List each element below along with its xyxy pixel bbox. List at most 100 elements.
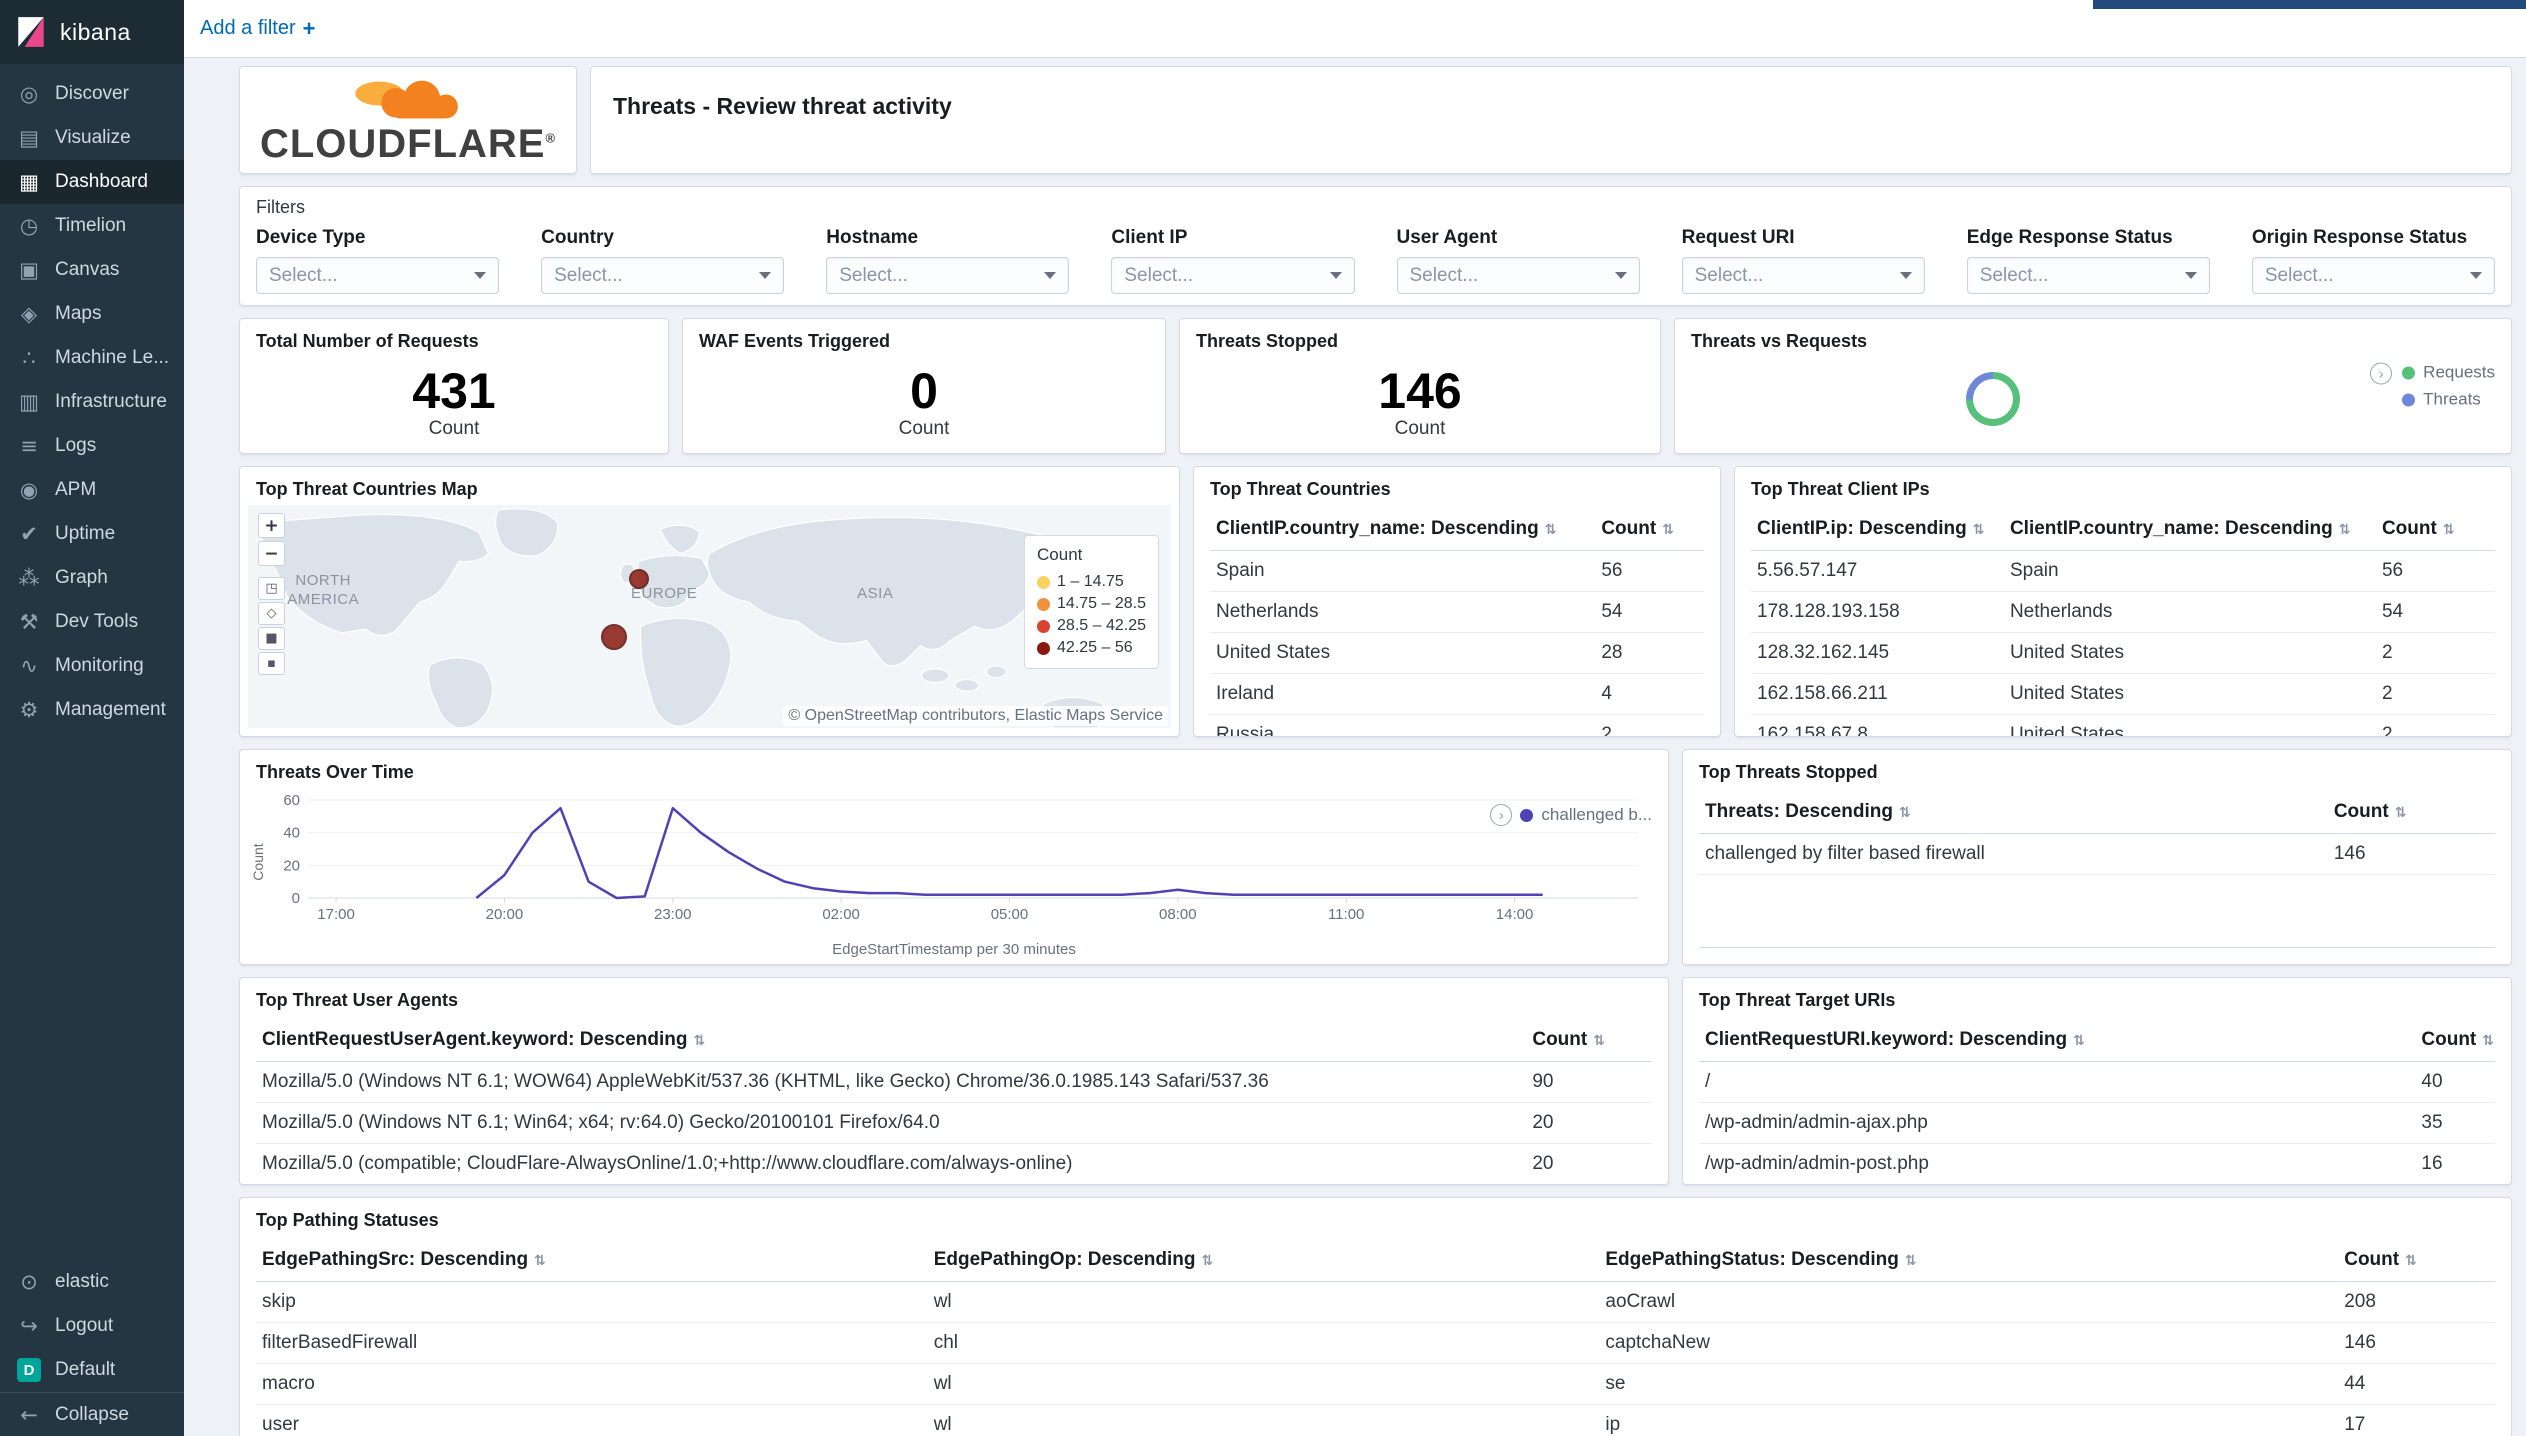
legend-toggle-icon[interactable]: › [2370, 362, 2393, 385]
column-header-clientip-country-name-descending[interactable]: ClientIP.country_name: Descending ⇅ [1210, 508, 1596, 551]
kibana-logo[interactable]: kibana [0, 0, 184, 64]
sidebar-item-uptime[interactable]: ✔ Uptime [0, 512, 184, 556]
legend-item-challenged[interactable]: challenged b... [1541, 805, 1652, 825]
map-legend: Count 1 – 14.75 14.75 – 28.5 28.5 – 42.25 4… [1024, 535, 1159, 669]
map-tool-marker-icon[interactable]: ▪ [258, 652, 285, 675]
sidebar-item-timelion[interactable]: ◷ Timelion [0, 204, 184, 248]
column-header-count[interactable]: Count ⇅ [2415, 1019, 2495, 1062]
table-row: Netherlands 54 [1210, 591, 1704, 633]
sort-icon: ⇅ [2442, 522, 2455, 538]
map-tool-bounds-icon[interactable]: ◳ [258, 577, 285, 600]
sidebar-item-infrastructure[interactable]: ▥ Infrastructure [0, 380, 184, 424]
sort-icon: ⇅ [1972, 522, 1985, 538]
sidebar-item-canvas[interactable]: ▣ Canvas [0, 248, 184, 292]
select-placeholder: Select... [1979, 264, 2049, 286]
dev-tools-icon: ⚒ [19, 610, 39, 634]
filter-field-hostname: Hostname Select... [826, 227, 1070, 294]
column-header-count[interactable]: Count ⇅ [2327, 791, 2495, 834]
sidebar-item-visualize[interactable]: ▤ Visualize [0, 116, 184, 160]
sidebar-item-graph[interactable]: ⁂ Graph [0, 556, 184, 600]
threat-marker[interactable] [600, 623, 627, 650]
threats-vs-requests-donut[interactable] [1965, 372, 2020, 427]
map-legend-rows: 1 – 14.75 14.75 – 28.5 28.5 – 42.25 42.25 –… [1037, 571, 1146, 659]
sidebar-item-machine-le[interactable]: ∴ Machine Le... [0, 336, 184, 380]
legend-dot [2402, 393, 2416, 406]
apm-icon: ◉ [19, 478, 39, 502]
sidebar-item-management[interactable]: ⚙ Management [0, 688, 184, 732]
sidebar-item-maps[interactable]: ◈ Maps [0, 292, 184, 336]
visualize-icon: ▤ [19, 126, 39, 150]
sort-icon: ⇅ [1544, 522, 1557, 538]
sidebar-item-apm[interactable]: ◉ APM [0, 468, 184, 512]
sort-icon: ⇅ [1898, 805, 1911, 821]
legend-item-threats[interactable]: Threats [2402, 390, 2495, 410]
sidebar-item-dev-tools[interactable]: ⚒ Dev Tools [0, 600, 184, 644]
sidebar-item-default[interactable]: D Default [0, 1348, 184, 1392]
panel-title: Threats Stopped [1196, 331, 1339, 351]
metric-total-requests-panel: Total Number of Requests 431 Count [239, 318, 669, 454]
top-pathing-statuses-panel: Top Pathing Statuses EdgePathingSrc: Des… [239, 1197, 2512, 1436]
column-header-threats-descending[interactable]: Threats: Descending ⇅ [1699, 791, 2328, 834]
threat-marker[interactable] [629, 568, 650, 589]
column-header-count[interactable]: Count ⇅ [1595, 508, 1704, 551]
registered-mark: ® [545, 130, 557, 146]
top-threat-countries-panel: Top Threat Countries ClientIP.country_na… [1193, 466, 1721, 737]
management-icon: ⚙ [19, 698, 39, 722]
sidebar-item-collapse[interactable]: ← Collapse [0, 1392, 184, 1436]
sort-icon: ⇅ [2338, 522, 2351, 538]
filter-select-request-uri[interactable]: Select... [1681, 257, 1925, 294]
legend-item-requests[interactable]: Requests [2402, 363, 2495, 383]
metric-value: 0 [910, 363, 938, 420]
sort-icon: ⇅ [534, 1253, 546, 1269]
sidebar-item-logs[interactable]: ≡ Logs [0, 424, 184, 468]
zoom-in-button[interactable]: + [258, 513, 285, 538]
table-row: filterBasedFirewall chl captchaNew 146 [256, 1322, 2495, 1364]
svg-text:60: 60 [283, 792, 300, 809]
map-tool-square-icon[interactable]: ■ [258, 627, 285, 650]
filter-select-client-ip[interactable]: Select... [1111, 257, 1355, 294]
chevron-down-icon [1329, 272, 1342, 279]
top-threat-client-ips-panel: Top Threat Client IPs ClientIP.ip: Desce… [1734, 466, 2512, 737]
filter-select-edge-response-status[interactable]: Select... [1966, 257, 2210, 294]
select-placeholder: Select... [269, 264, 338, 286]
sidebar-item-discover[interactable]: ◎ Discover [0, 72, 184, 116]
column-header-count[interactable]: Count ⇅ [1526, 1019, 1652, 1062]
column-header-clientrequestuseragent-keyword-descending[interactable]: ClientRequestUserAgent.keyword: Descendi… [256, 1019, 1527, 1062]
filter-select-device-type[interactable]: Select... [256, 257, 500, 294]
sidebar-item-logout[interactable]: ↪ Logout [0, 1304, 184, 1348]
select-placeholder: Select... [1124, 264, 1194, 286]
metric-label: Count [898, 417, 950, 439]
threat-map-panel: Top Threat Countries Map NORTH AMERICA E… [239, 466, 1180, 737]
chevron-down-icon [1614, 272, 1627, 279]
sidebar-item-monitoring[interactable]: ∿ Monitoring [0, 644, 184, 688]
legend-toggle-icon[interactable]: › [1490, 804, 1513, 826]
map-tool-polygon-icon[interactable]: ◇ [258, 602, 285, 625]
column-header-clientip-ip-descending[interactable]: ClientIP.ip: Descending ⇅ [1751, 508, 2004, 551]
column-header-clientrequesturi-keyword-descending[interactable]: ClientRequestURI.keyword: Descending ⇅ [1699, 1019, 2416, 1062]
filter-select-user-agent[interactable]: Select... [1396, 257, 1640, 294]
column-header-clientip-country-name-descending[interactable]: ClientIP.country_name: Descending ⇅ [2003, 508, 2376, 551]
filter-select-origin-response-status[interactable]: Select... [2251, 257, 2495, 294]
dashboard-content: CLOUDFLARE® Threats - Review threat acti… [184, 58, 2526, 1436]
add-filter-button[interactable]: Add a filter + [200, 16, 315, 42]
filter-label: Origin Response Status [2251, 227, 2468, 248]
sidebar-item-dashboard[interactable]: ▦ Dashboard [0, 160, 184, 204]
svg-text:20: 20 [283, 857, 300, 874]
filter-label: Country [541, 227, 614, 248]
map-canvas[interactable]: NORTH AMERICA EUROPE ASIA + − ◳ ◇ ■ ▪ Co… [248, 505, 1171, 728]
filter-select-hostname[interactable]: Select... [826, 257, 1070, 294]
chevron-down-icon [2184, 272, 2197, 279]
column-header-count[interactable]: Count ⇅ [2338, 1239, 2495, 1282]
column-header-count[interactable]: Count ⇅ [2375, 508, 2495, 551]
svg-text:11:00: 11:00 [1328, 906, 1364, 923]
metric-waf-events-panel: WAF Events Triggered 0 Count [682, 318, 1166, 454]
space-default-badge: D [17, 1358, 41, 1382]
column-header-edgepathingsrc-descending[interactable]: EdgePathingSrc: Descending ⇅ [256, 1239, 928, 1282]
zoom-out-button[interactable]: − [258, 541, 285, 566]
column-header-edgepathingstatus-descending[interactable]: EdgePathingStatus: Descending ⇅ [1599, 1239, 2339, 1282]
sidebar-item-elastic[interactable]: ⊙ elastic [0, 1260, 184, 1304]
filter-select-country[interactable]: Select... [541, 257, 785, 294]
column-header-edgepathingop-descending[interactable]: EdgePathingOp: Descending ⇅ [927, 1239, 1600, 1282]
discover-icon: ◎ [19, 82, 39, 106]
threats-over-time-chart: 0 20 40 60 17:00 20:00 23:00 02:00 05:00 08:00 11:… [283, 792, 1638, 923]
